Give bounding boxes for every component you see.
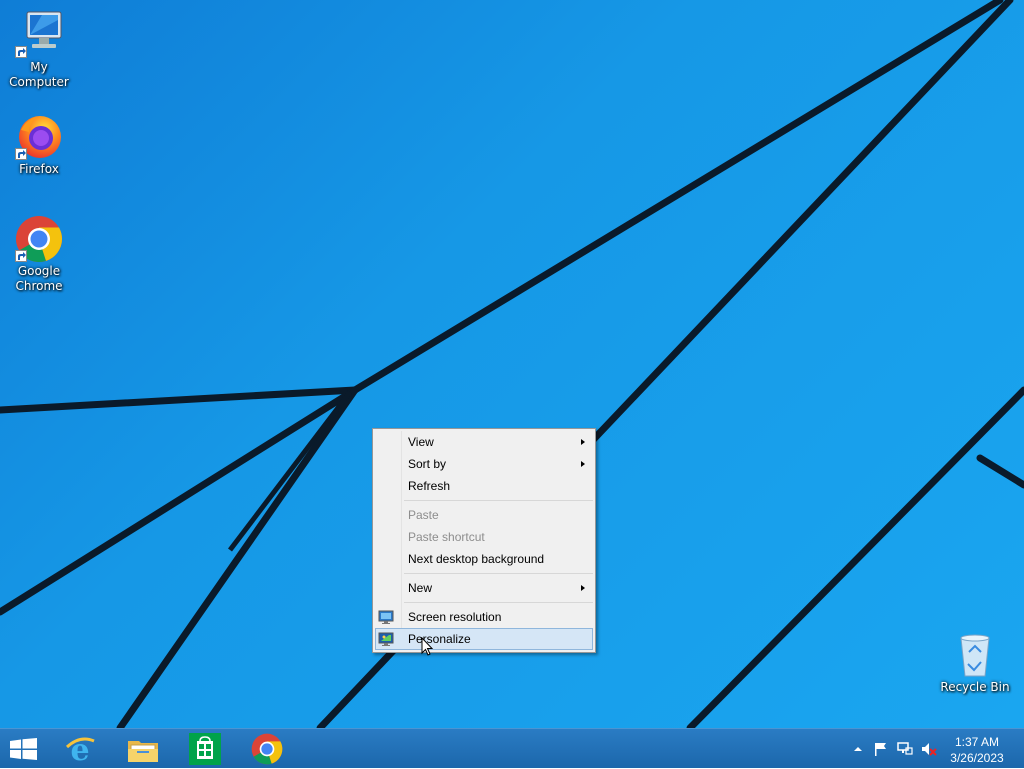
computer-icon (15, 10, 63, 58)
desktop-icon-label: Firefox (19, 162, 59, 176)
menu-item-refresh[interactable]: Refresh (375, 475, 593, 497)
menu-separator (404, 573, 593, 574)
volume-muted-icon[interactable] (921, 741, 937, 757)
clock-date: 3/26/2023 (950, 751, 1004, 765)
menu-separator (404, 602, 593, 603)
menu-item-view[interactable]: View (375, 431, 593, 453)
shortcut-arrow-icon (15, 148, 27, 160)
menu-item-label: Sort by (408, 457, 447, 471)
desktop-icon-google-chrome[interactable]: Google Chrome (1, 214, 77, 294)
desktop-icon-firefox[interactable]: Firefox (1, 112, 77, 177)
shortcut-arrow-icon (15, 46, 27, 58)
menu-item-new[interactable]: New (375, 577, 593, 599)
desktop-context-menu: View Sort by Refresh Paste Paste shortcu… (372, 428, 596, 653)
shortcut-arrow-icon (15, 250, 27, 262)
submenu-arrow-icon (581, 585, 585, 591)
menu-separator (404, 500, 593, 501)
menu-item-paste[interactable]: Paste (375, 504, 593, 526)
menu-item-label: View (408, 435, 434, 449)
show-hidden-icons-icon[interactable] (850, 741, 866, 757)
network-icon[interactable] (897, 741, 913, 757)
menu-item-label: New (408, 581, 433, 595)
menu-item-label: Personalize (408, 632, 471, 646)
menu-item-label: Screen resolution (408, 610, 502, 624)
menu-item-sort-by[interactable]: Sort by (375, 453, 593, 475)
chrome-icon (251, 733, 283, 765)
taskbar-store[interactable] (177, 729, 233, 769)
display-icon (378, 609, 394, 625)
menu-item-label: Paste shortcut (408, 530, 485, 544)
menu-item-label: Next desktop background (408, 552, 545, 566)
chrome-icon (15, 214, 63, 262)
start-icon (10, 738, 37, 760)
start-button[interactable] (0, 729, 48, 769)
internet-explorer-icon: e (65, 733, 95, 765)
desktop-icon-label: Chrome (15, 279, 63, 293)
submenu-arrow-icon (581, 461, 585, 467)
desktop[interactable]: My Computer Firefox Google Chrome Recycl… (0, 0, 1024, 728)
desktop-icon-label: Recycle Bin (940, 680, 1010, 694)
taskbar: e 1:37 AM 3/26/2023 (0, 728, 1024, 768)
clock-time: 1:37 AM (954, 735, 1000, 749)
menu-item-label: Paste (408, 508, 439, 522)
menu-item-label: Refresh (408, 479, 451, 493)
store-icon (189, 733, 221, 765)
mouse-cursor-icon (421, 637, 434, 656)
recycle-bin-icon (951, 630, 999, 678)
desktop-icon-my-computer[interactable]: My Computer (1, 10, 77, 90)
submenu-arrow-icon (581, 439, 585, 445)
menu-item-paste-shortcut[interactable]: Paste shortcut (375, 526, 593, 548)
desktop-icon-label: Google (17, 264, 61, 278)
taskbar-google-chrome[interactable] (239, 729, 295, 769)
taskbar-internet-explorer[interactable]: e (52, 729, 108, 769)
taskbar-file-explorer[interactable] (115, 729, 171, 769)
action-center-flag-icon[interactable] (873, 741, 889, 757)
menu-item-next-desktop-background[interactable]: Next desktop background (375, 548, 593, 570)
desktop-icon-label: My Computer (9, 60, 69, 89)
menu-item-screen-resolution[interactable]: Screen resolution (375, 606, 593, 628)
personalize-icon (378, 631, 394, 647)
file-explorer-icon (128, 741, 158, 762)
desktop-icon-recycle-bin[interactable]: Recycle Bin (937, 630, 1013, 695)
firefox-icon (15, 112, 63, 160)
menu-item-personalize[interactable]: Personalize (375, 628, 593, 650)
taskbar-clock[interactable]: 1:37 AM 3/26/2023 (942, 734, 1012, 766)
